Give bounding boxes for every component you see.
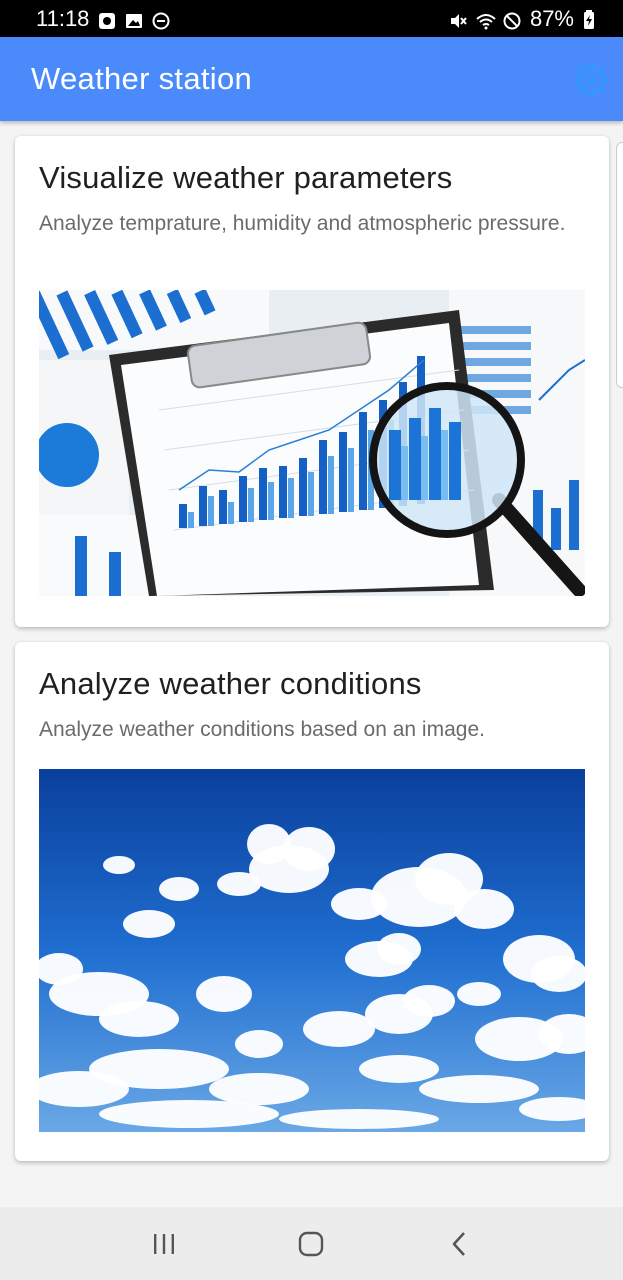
status-bar: 11:18 87%	[0, 0, 623, 37]
recent-apps-button[interactable]	[142, 1222, 186, 1266]
back-button[interactable]	[437, 1222, 481, 1266]
card-title: Visualize weather parameters	[39, 160, 453, 195]
card-subtitle: Analyze weather conditions based on an i…	[39, 718, 485, 741]
status-bar-left: 11:18	[36, 6, 170, 32]
settings-button[interactable]	[571, 59, 611, 99]
next-page-card-edge	[616, 142, 623, 388]
sky-image	[39, 769, 585, 1132]
status-bar-right: 87%	[449, 6, 601, 32]
navigation-bar	[0, 1207, 623, 1280]
status-time: 11:18	[36, 5, 90, 31]
back-icon	[452, 1231, 466, 1256]
do-not-disturb-icon	[152, 10, 170, 29]
app-title: Weather station	[31, 61, 253, 96]
gallery-icon	[125, 10, 143, 28]
home-icon	[299, 1231, 324, 1256]
card-title: Analyze weather conditions	[39, 666, 422, 701]
battery-percent: 87%	[529, 5, 574, 31]
mute-icon	[449, 10, 467, 28]
gear-icon	[575, 64, 607, 96]
blocked-icon	[503, 10, 521, 29]
card-subtitle: Analyze temprature, humidity and atmosph…	[39, 212, 566, 235]
visualize-parameters-card[interactable]: Visualize weather parameters Analyze tem…	[15, 136, 609, 627]
home-button[interactable]	[289, 1222, 333, 1266]
recent-apps-icon	[153, 1233, 174, 1254]
battery-charging-icon	[583, 9, 601, 29]
charts-image	[39, 290, 585, 596]
wifi-icon	[476, 10, 496, 29]
whatsapp-icon	[98, 10, 116, 29]
analyze-conditions-card[interactable]: Analyze weather conditions Analyze weath…	[15, 642, 609, 1161]
app-bar: Weather station	[0, 37, 623, 121]
